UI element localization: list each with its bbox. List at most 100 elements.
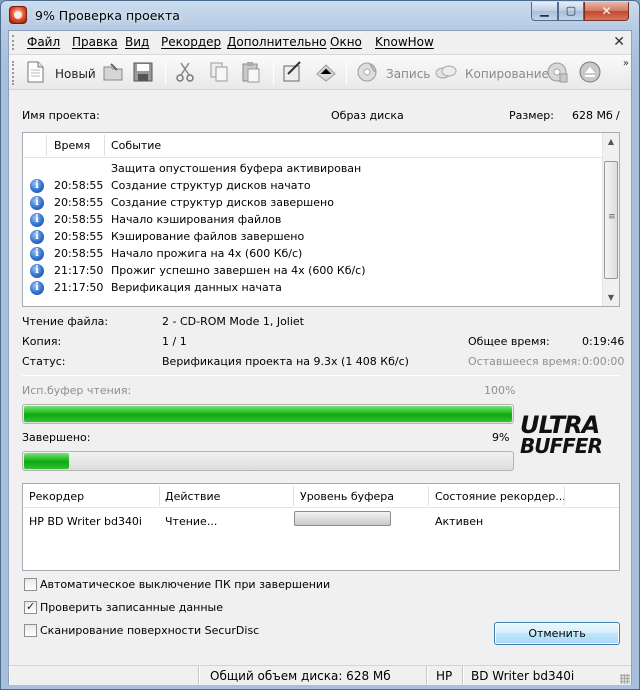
info-icon: i	[30, 230, 44, 244]
log-message: Начало прожига на 4x (600 Кб/с)	[111, 247, 303, 260]
menu-view[interactable]: Вид	[125, 35, 149, 49]
log-message: Верификация данных начата	[111, 281, 282, 294]
log-time: 20:58:55	[54, 179, 104, 192]
minimize-button[interactable]: ▁	[531, 2, 558, 21]
auto-shutdown-label[interactable]: Автоматическое выключение ПК при заверше…	[40, 578, 330, 591]
event-log-list[interactable]: Время Событие Защита опустошения буфера …	[22, 132, 620, 307]
log-row[interactable]: i 20:58:55 Начало кэширования файлов	[23, 212, 603, 229]
toolbar-separator	[273, 61, 274, 85]
status-bar: Общий объем диска: 628 Мб HP BD Writer b…	[9, 665, 631, 685]
save-icon[interactable]	[131, 60, 155, 84]
compile-disc-icon[interactable]	[281, 60, 305, 84]
column-separator[interactable]	[428, 486, 429, 506]
burn-icon[interactable]	[355, 60, 379, 84]
securdisc-scan-label[interactable]: Сканирование поверхности SecurDisc	[40, 624, 259, 637]
completion-progress-bar	[22, 451, 514, 471]
new-document-icon[interactable]	[23, 60, 47, 84]
column-separator[interactable]	[104, 135, 105, 156]
log-vertical-scrollbar[interactable]: ▲ ▼	[602, 133, 619, 306]
erase-icon[interactable]	[314, 60, 338, 84]
menu-knowhow[interactable]: KnowHow	[375, 35, 434, 49]
scroll-thumb[interactable]	[604, 161, 618, 279]
securdisc-scan-checkbox[interactable]	[24, 624, 37, 637]
menu-file[interactable]: Файл	[27, 35, 60, 49]
column-separator[interactable]	[159, 486, 160, 506]
copy-count-label: Копия:	[22, 335, 62, 348]
project-name-value: Образ диска	[331, 109, 404, 122]
recorder-buffer-level-bar	[294, 511, 391, 526]
resize-grip-icon[interactable]	[620, 674, 630, 684]
menu-recorder[interactable]: Рекордер	[161, 35, 221, 49]
recorder-table-header: Рекордер Действие Уровень буфера Состоян…	[23, 484, 619, 508]
eject-icon[interactable]	[578, 60, 602, 84]
log-column-event[interactable]: Событие	[111, 139, 161, 152]
recorder-column-state[interactable]: Состояние рекордер...	[435, 490, 566, 503]
read-buffer-fill	[24, 406, 512, 422]
menu-window[interactable]: Окно	[330, 35, 362, 49]
new-button-label[interactable]: Новый	[55, 67, 96, 81]
log-row[interactable]: i 20:58:55 Начало прожига на 4x (600 Кб/с)	[23, 246, 603, 263]
status-value: Верификация проекта на 9.3x (1 408 Кб/с)	[162, 355, 409, 368]
main-window: 9% Проверка проекта ▁ ▢ ✕ Файл Правка Ви…	[0, 0, 640, 690]
verify-data-checkbox[interactable]	[24, 600, 37, 614]
burn-button-label[interactable]: Запись	[386, 67, 430, 81]
recorder-column-buffer-level[interactable]: Уровень буфера	[300, 490, 394, 503]
maximize-button[interactable]: ▢	[558, 2, 584, 21]
auto-shutdown-checkbox[interactable]	[24, 578, 37, 591]
verify-data-label[interactable]: Проверить записанные данные	[40, 601, 223, 614]
recorder-column-recorder[interactable]: Рекордер	[29, 490, 84, 503]
log-row[interactable]: Защита опустошения буфера активирован	[23, 161, 603, 178]
project-size-value: 628 Мб	[572, 109, 613, 122]
log-row[interactable]: i 21:17:50 Верификация данных начата	[23, 280, 603, 297]
copy-disc-button-label[interactable]: Копирование	[465, 67, 549, 81]
log-column-time[interactable]: Время	[54, 139, 90, 152]
close-icon: ✕	[601, 4, 612, 18]
menu-grip[interactable]	[12, 35, 16, 50]
log-row[interactable]: i 20:58:55 Создание структур дисков заверш…	[23, 195, 603, 212]
log-message: Защита опустошения буфера активирован	[111, 162, 362, 175]
minimize-icon: ▁	[540, 4, 549, 17]
total-time-label: Общее время:	[468, 335, 550, 348]
scroll-down-arrow-icon[interactable]: ▼	[603, 289, 619, 306]
disc-info-icon[interactable]	[545, 60, 569, 84]
recorder-state: Активен	[435, 515, 484, 528]
scroll-up-arrow-icon[interactable]: ▲	[603, 133, 619, 150]
project-name-label: Имя проекта:	[22, 109, 100, 122]
cut-icon[interactable]	[173, 60, 197, 84]
copy-disc-icon[interactable]	[434, 60, 458, 84]
log-time: 21:17:50	[54, 281, 104, 294]
column-separator[interactable]	[46, 135, 47, 156]
close-button[interactable]: ✕	[584, 2, 629, 21]
menu-edit[interactable]: Правка	[72, 35, 118, 49]
logo-line-buffer: BUFFER	[520, 434, 603, 458]
section-divider	[22, 375, 620, 376]
open-folder-icon[interactable]	[101, 60, 125, 84]
toolbar-overflow-chevron-icon[interactable]: »	[623, 59, 629, 69]
nero-app-icon[interactable]	[9, 6, 27, 24]
statusbar-total-size: Общий объем диска: 628 Мб	[210, 669, 391, 683]
remaining-time-label: Оставшееся время:	[468, 355, 581, 368]
log-row[interactable]: i 21:17:50 Прожиг успешно завершен на 4x (…	[23, 263, 603, 280]
mdi-close-icon[interactable]: ✕	[613, 34, 625, 50]
copy-icon[interactable]	[207, 60, 231, 84]
column-separator[interactable]	[564, 486, 565, 506]
log-time: 20:58:55	[54, 213, 104, 226]
log-row[interactable]: i 20:58:55 Кэширование файлов завершено	[23, 229, 603, 246]
paste-icon[interactable]	[239, 60, 263, 84]
toolbar-grip[interactable]	[12, 61, 16, 85]
recorder-column-action[interactable]: Действие	[165, 490, 220, 503]
read-file-label: Чтение файла:	[22, 315, 109, 328]
log-message: Создание структур дисков начато	[111, 179, 311, 192]
cancel-button[interactable]: Отменить	[494, 622, 620, 645]
title-bar[interactable]: 9% Проверка проекта ▁ ▢ ✕	[1, 1, 639, 29]
statusbar-model-cell: BD Writer bd340i	[463, 666, 631, 685]
ultrabuffer-logo: ULTRA BUFFER	[520, 413, 620, 459]
log-time: 21:17:50	[54, 264, 104, 277]
log-message: Создание структур дисков завершено	[111, 196, 334, 209]
menu-extras[interactable]: Дополнительно	[227, 35, 327, 49]
log-row[interactable]: i 20:58:55 Создание структур дисков начато	[23, 178, 603, 195]
event-log-header: Время Событие	[23, 133, 603, 158]
column-separator[interactable]	[293, 486, 294, 506]
project-size-separator: /	[616, 109, 620, 122]
recorder-table[interactable]: Рекордер Действие Уровень буфера Состоян…	[22, 483, 620, 571]
